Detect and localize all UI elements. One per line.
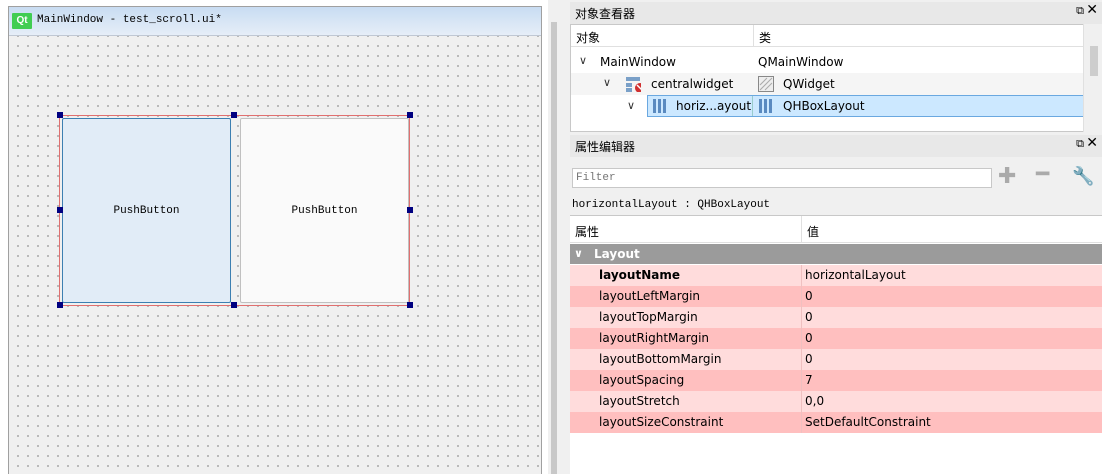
float-icon[interactable]: ⧉ xyxy=(1076,137,1084,151)
resize-handle-left[interactable] xyxy=(57,207,63,213)
push-button-2[interactable]: PushButton xyxy=(240,118,409,303)
tree-item-class: QMainWindow xyxy=(758,55,844,69)
property-value[interactable]: 0 xyxy=(805,331,813,345)
property-editor-header: 属性编辑器 ⧉ ✕ xyxy=(570,135,1102,157)
property-value[interactable]: SetDefaultConstraint xyxy=(805,415,931,429)
tree-row-centralwidget[interactable]: ∨ centralwidget QWidget xyxy=(571,73,1083,95)
column-header-object[interactable]: 对象 xyxy=(576,29,600,46)
property-name: layoutBottomMargin xyxy=(599,352,722,366)
property-name: layoutName xyxy=(599,268,680,282)
add-property-icon[interactable]: ✚ xyxy=(998,166,1016,188)
property-value[interactable]: 0 xyxy=(805,310,813,324)
close-icon[interactable]: ✕ xyxy=(1086,2,1098,18)
configure-wrench-icon[interactable]: 🔧 xyxy=(1072,166,1094,187)
object-inspector-header: 对象查看器 ⧉ ✕ xyxy=(570,2,1102,24)
form-title-bar: Qt MainWindow - test_scroll.ui* xyxy=(9,7,541,36)
chevron-down-icon[interactable]: ∨ xyxy=(603,76,611,89)
property-name: layoutLeftMargin xyxy=(599,289,701,303)
property-row-layoutbottommargin[interactable]: layoutBottomMargin 0 xyxy=(570,349,1102,370)
object-inspector-scrollbar[interactable] xyxy=(1083,24,1102,132)
chevron-down-icon[interactable]: ∨ xyxy=(579,54,587,67)
chevron-down-icon[interactable]: ∨ xyxy=(574,247,583,260)
property-row-layoutspacing[interactable]: layoutSpacing 7 xyxy=(570,370,1102,391)
resize-handle-bottom-right[interactable] xyxy=(407,302,413,308)
object-inspector-header-row: 对象 类 xyxy=(571,25,1083,47)
resize-handle-top-left[interactable] xyxy=(57,112,63,118)
column-header-property[interactable]: 属性 xyxy=(575,223,599,240)
property-table[interactable]: 属性 值 ∨ Layout layoutName horizontalLayou… xyxy=(570,215,1102,474)
qt-logo-icon: Qt xyxy=(12,13,32,29)
property-name: layoutSpacing xyxy=(599,373,685,387)
property-name: layoutTopMargin xyxy=(599,310,698,324)
property-value[interactable]: 7 xyxy=(805,373,813,387)
hbox-layout-icon xyxy=(653,99,666,113)
property-row-layouttopmargin[interactable]: layoutTopMargin 0 xyxy=(570,307,1102,328)
property-row-layoutname[interactable]: layoutName horizontalLayout xyxy=(570,265,1102,286)
property-table-header: 属性 值 xyxy=(570,216,1102,243)
property-row-layoutleftmargin[interactable]: layoutLeftMargin 0 xyxy=(570,286,1102,307)
object-inspector-tree[interactable]: 对象 类 ∨ MainWindow QMainWindow ∨ centralw… xyxy=(570,24,1102,132)
property-filter-input[interactable] xyxy=(572,168,992,188)
float-icon[interactable]: ⧉ xyxy=(1076,4,1084,18)
property-value[interactable]: 0,0 xyxy=(805,394,824,408)
column-header-class[interactable]: 类 xyxy=(759,29,771,46)
resize-handle-bottom[interactable] xyxy=(231,302,237,308)
property-name: layoutStretch xyxy=(599,394,680,408)
object-inspector-title: 对象查看器 xyxy=(575,7,636,21)
remove-property-icon[interactable]: ━ xyxy=(1036,164,1049,186)
tree-item-class: QHBoxLayout xyxy=(783,99,865,113)
resize-handle-top-right[interactable] xyxy=(407,112,413,118)
property-row-layoutstretch[interactable]: layoutStretch 0,0 xyxy=(570,391,1102,412)
property-name: layoutSizeConstraint xyxy=(599,415,724,429)
chevron-down-icon[interactable]: ∨ xyxy=(627,99,635,112)
tree-item-object: MainWindow xyxy=(600,55,676,69)
property-value[interactable]: 0 xyxy=(805,289,813,303)
tree-row-horizontal-layout[interactable]: horiz...ayout QHBoxLayout xyxy=(647,95,1084,117)
property-group-layout[interactable]: ∨ Layout xyxy=(570,244,1102,264)
canvas-scrollbar-thumb[interactable] xyxy=(551,22,557,474)
property-row-layoutsizeconstraint[interactable]: layoutSizeConstraint SetDefaultConstrain… xyxy=(570,412,1102,433)
current-object-label: horizontalLayout : QHBoxLayout xyxy=(572,199,771,211)
resize-handle-right[interactable] xyxy=(407,207,413,213)
property-editor-title: 属性编辑器 xyxy=(575,140,636,154)
property-row-layoutrightmargin[interactable]: layoutRightMargin 0 xyxy=(570,328,1102,349)
resize-handle-top[interactable] xyxy=(231,112,237,118)
object-inspector-scrollbar-thumb[interactable] xyxy=(1090,46,1098,76)
tree-item-object: centralwidget xyxy=(651,77,734,91)
close-icon[interactable]: ✕ xyxy=(1086,135,1098,151)
hbox-layout-icon xyxy=(759,99,772,113)
column-header-value[interactable]: 值 xyxy=(807,223,819,240)
tree-row-mainwindow[interactable]: ∨ MainWindow QMainWindow xyxy=(571,51,1083,73)
form-window-title: MainWindow - test_scroll.ui* xyxy=(37,14,222,26)
widget-forbidden-icon xyxy=(626,77,641,92)
resize-handle-bottom-left[interactable] xyxy=(57,302,63,308)
property-name: layoutRightMargin xyxy=(599,331,710,345)
property-value[interactable]: horizontalLayout xyxy=(805,268,906,282)
tree-item-class: QWidget xyxy=(783,77,835,91)
widget-class-icon xyxy=(758,76,774,92)
property-group-label: Layout xyxy=(594,247,640,261)
tree-item-object: horiz...ayout xyxy=(676,99,752,113)
property-value[interactable]: 0 xyxy=(805,352,813,366)
push-button-1[interactable]: PushButton xyxy=(62,118,231,303)
